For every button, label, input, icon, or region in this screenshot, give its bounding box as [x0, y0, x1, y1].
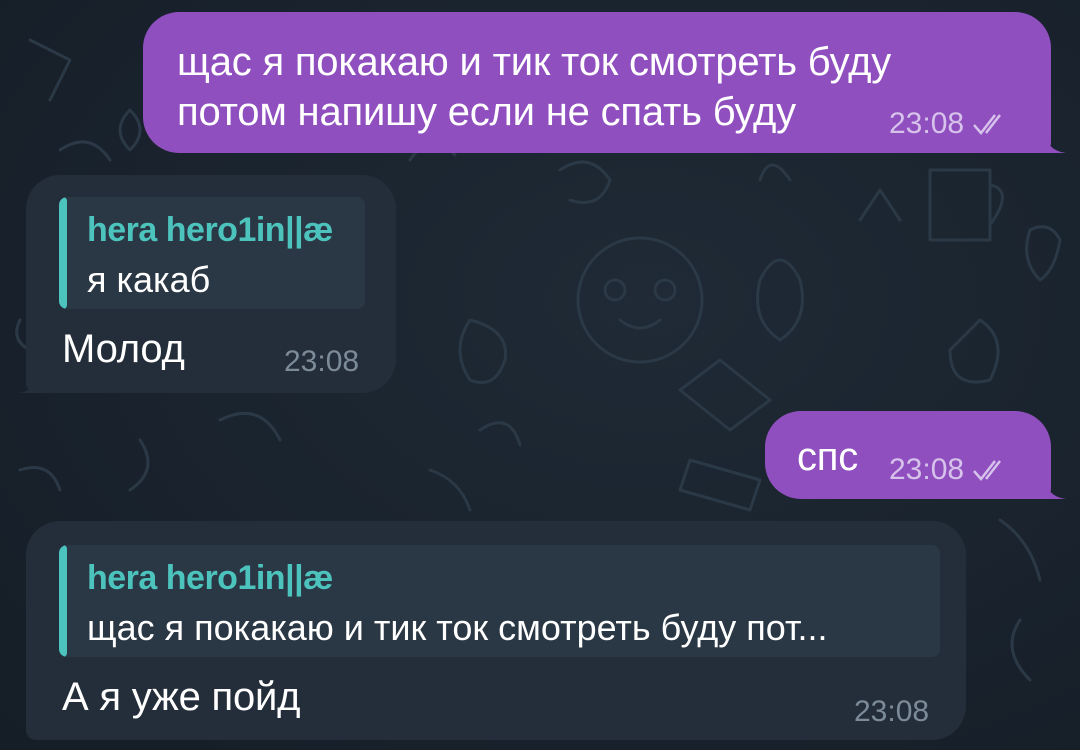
reply-preview[interactable]: hera hero1in||æ щас я покакаю и тик ток … — [59, 545, 940, 657]
message-meta: 23:08 — [889, 107, 1012, 141]
reply-accent-bar — [59, 545, 67, 657]
bubble-tail — [18, 367, 42, 393]
reply-accent-bar — [59, 197, 67, 309]
double-check-icon — [973, 114, 1002, 135]
message-text-line-2: потом напишу если не спать буду — [177, 90, 796, 134]
outgoing-message-1[interactable]: щас я покакаю и тик ток смотреть буду по… — [143, 12, 1051, 153]
bubble-tail — [1042, 473, 1066, 499]
message-text-line-1: щас я покакаю и тик ток смотреть буду — [177, 40, 892, 84]
message-text: Молод — [62, 327, 185, 371]
reply-author: hera hero1in||æ — [87, 559, 333, 597]
reply-text: щас я покакаю и тик ток смотреть буду по… — [87, 607, 828, 648]
outgoing-message-2[interactable]: спс 23:08 — [765, 411, 1051, 499]
message-time: 23:08 — [889, 453, 965, 486]
message-text: А я уже пойд — [62, 675, 301, 719]
message-time: 23:08 — [854, 695, 930, 728]
reply-author: hera hero1in||æ — [87, 211, 333, 249]
message-time: 23:08 — [284, 345, 360, 378]
message-text: спс — [797, 435, 859, 479]
incoming-message-2[interactable]: hera hero1in||æ щас я покакаю и тик ток … — [26, 521, 966, 740]
double-check-icon — [973, 460, 1002, 481]
message-meta: 23:08 — [889, 453, 1012, 487]
reply-preview[interactable]: hera hero1in||æ я какаб — [59, 197, 365, 309]
incoming-message-1[interactable]: hera hero1in||æ я какаб Молод 23:08 — [26, 175, 396, 393]
bubble-tail — [1042, 127, 1066, 153]
reply-text: я какаб — [87, 259, 211, 300]
message-time: 23:08 — [889, 107, 965, 140]
